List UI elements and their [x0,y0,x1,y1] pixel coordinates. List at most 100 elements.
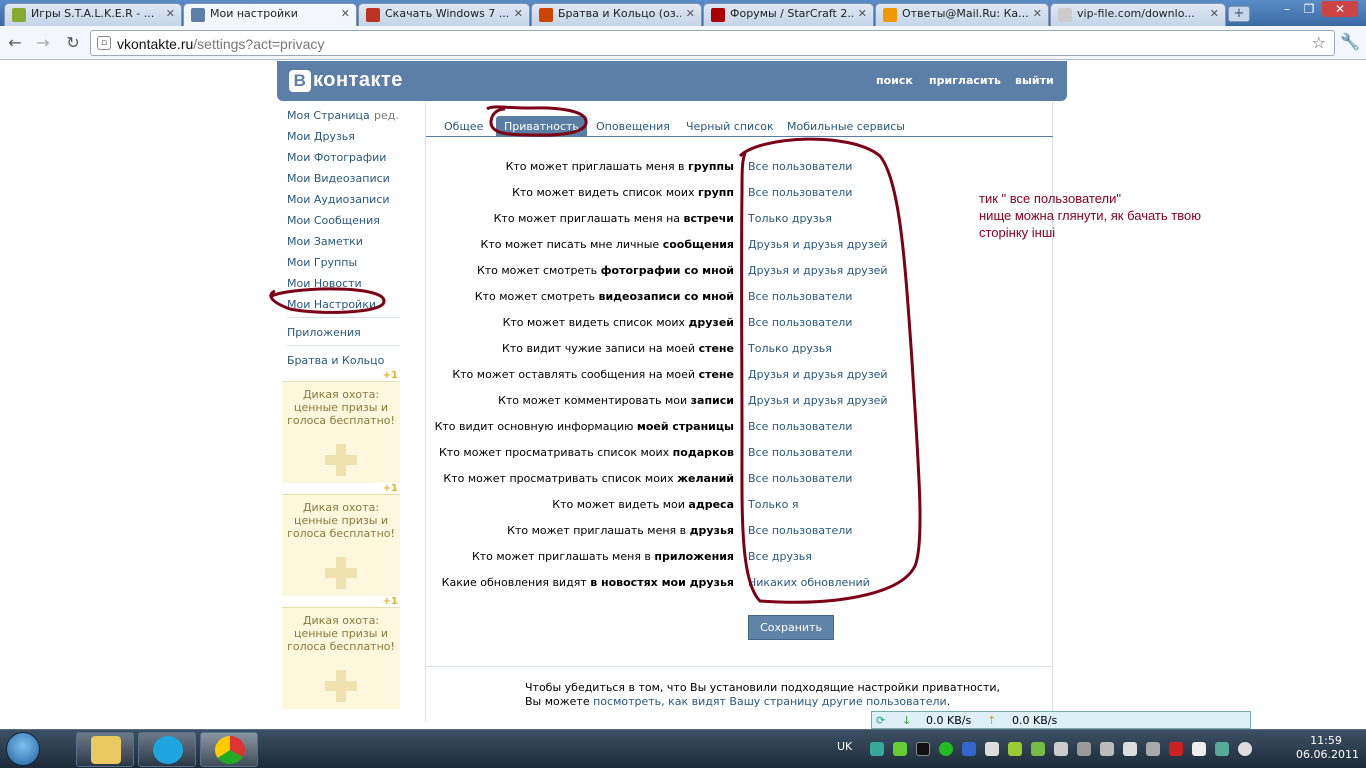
close-tab-icon[interactable]: ✕ [1033,7,1042,20]
tray-app-icon[interactable] [1031,742,1045,756]
taskbar-explorer[interactable] [76,732,134,767]
privacy-row-keyword: фотографии со мной [600,264,734,277]
folder-icon [91,736,121,764]
page-info-icon[interactable]: ▫ [97,36,111,50]
close-window-icon[interactable]: ✕ [1322,1,1358,17]
save-button[interactable]: Сохранить [748,615,834,640]
nav-item[interactable]: Мои Аудиозаписи [287,193,390,206]
tray-app-icon[interactable] [893,742,907,756]
close-tab-icon[interactable]: ✕ [341,7,350,20]
privacy-row-value[interactable]: Все друзья [748,550,812,563]
header-logout-link[interactable]: выйти [1015,74,1054,87]
bookmark-star-icon[interactable]: ☆ [1312,33,1326,52]
browser-tab[interactable]: vip-file.com/downlo... ✕ [1050,3,1226,26]
privacy-row-value[interactable]: Все пользователи [748,290,852,303]
privacy-row-value[interactable]: Никаких обновлений [748,576,870,589]
privacy-row-text: Кто может приглашать меня в [471,550,655,563]
promo-banner[interactable]: +1 Дикая охота: ценные призы и голоса бе… [282,483,400,596]
vk-logo[interactable]: Вконтакте [289,69,403,92]
taskbar-chrome[interactable] [200,732,258,767]
nav-item[interactable]: Мои Сообщения [287,214,380,227]
privacy-row-value[interactable]: Все пользователи [748,420,852,433]
promo-banner[interactable]: +1 Дикая охота: ценные призы и голоса бе… [282,370,400,483]
vk-logo-letter: В [289,70,311,92]
tab-blacklist[interactable]: Черный список [678,116,782,137]
browser-tab[interactable]: Мои настройки ✕ [183,3,357,27]
privacy-row-value[interactable]: Только я [748,498,798,511]
tray-app-icon[interactable] [1146,742,1160,756]
nav-item[interactable]: Мои Группы [287,256,357,269]
tray-app-icon[interactable] [916,742,930,756]
system-clock[interactable]: 11:59 06.06.2011 [1296,734,1359,762]
nav-item-app-bratva[interactable]: Братва и Кольцо [287,354,384,367]
back-icon[interactable]: ← [4,32,26,54]
tray-network-icon[interactable] [870,742,884,756]
network-icon[interactable] [1215,742,1229,756]
close-tab-icon[interactable]: ✕ [686,7,695,20]
privacy-row-value[interactable]: Все пользователи [748,160,852,173]
nav-item[interactable]: Мои Фотографии [287,151,386,164]
privacy-row-value[interactable]: Все пользователи [748,316,852,329]
tray-app-icon[interactable] [1238,742,1252,756]
tab-general[interactable]: Общее [436,116,491,137]
privacy-row-value[interactable]: Друзья и друзья друзей [748,394,888,407]
forward-icon[interactable]: → [32,32,54,54]
privacy-row-value[interactable]: Все пользователи [748,524,852,537]
refresh-icon[interactable]: ⟳ [876,714,885,727]
privacy-row-value[interactable]: Только друзья [748,212,832,225]
nav-item-apps[interactable]: Приложения [287,326,361,339]
browser-tab[interactable]: Форумы / StarCraft 2... ✕ [703,3,874,26]
privacy-row-value[interactable]: Друзья и друзья друзей [748,368,888,381]
language-indicator[interactable]: UK [837,740,852,753]
address-bar[interactable]: ▫ vkontakte.ru/settings?act=privacy ☆ [90,30,1335,56]
reload-icon[interactable]: ↻ [62,32,84,54]
privacy-row-text: Кто может приглашать меня на [493,212,684,225]
maximize-icon[interactable]: ❐ [1298,1,1320,17]
close-tab-icon[interactable]: ✕ [1210,7,1219,20]
privacy-row-value[interactable]: Только друзья [748,342,832,355]
nav-item[interactable]: Мои Новости [287,277,362,290]
tray-app-icon[interactable] [1100,742,1114,756]
nav-item[interactable]: Мои Заметки [287,235,363,248]
view-as-others-link[interactable]: посмотреть, как видят Вашу страницу друг… [593,695,947,708]
display-icon[interactable] [1077,742,1091,756]
nav-item[interactable]: Мои Настройки [287,298,376,311]
browser-tab[interactable]: Игры S.T.A.L.K.E.R - ... ✕ [4,3,182,26]
wrench-menu-icon[interactable]: 🔧 [1340,32,1360,51]
minimize-icon[interactable]: – [1276,1,1298,17]
privacy-row-value[interactable]: Все пользователи [748,186,852,199]
close-tab-icon[interactable]: ✕ [166,7,175,20]
tab-privacy[interactable]: Приватность [496,116,587,137]
taskbar-skype[interactable] [138,732,196,767]
close-tab-icon[interactable]: ✕ [858,7,867,20]
nav-item[interactable]: Мои Друзья [287,130,355,143]
close-tab-icon[interactable]: ✕ [514,7,523,20]
browser-tab[interactable]: Ответы@Mail.Ru: Ка... ✕ [875,3,1049,26]
header-search-link[interactable]: поиск [876,74,913,87]
tab-notifications[interactable]: Оповещения [588,116,678,137]
header-invite-link[interactable]: пригласить [929,74,1001,87]
edit-page-link[interactable]: ред. [374,109,399,122]
tray-app-icon[interactable] [939,742,953,756]
volume-icon[interactable] [1054,742,1068,756]
ati-icon[interactable] [1169,742,1183,756]
browser-tab[interactable]: Скачать Windows 7 ... ✕ [358,3,530,26]
tab-mobile[interactable]: Мобильные сервисы [779,116,913,137]
privacy-row-keyword: приложения [654,550,734,563]
bluetooth-icon[interactable] [962,742,976,756]
nav-item[interactable]: Мои Видеозаписи [287,172,390,185]
privacy-row-value[interactable]: Друзья и друзья друзей [748,264,888,277]
privacy-row-value[interactable]: Все пользователи [748,446,852,459]
privacy-row-value[interactable]: Все пользователи [748,472,852,485]
privacy-row-text: Кто может просматривать список моих [443,472,678,485]
tray-app-icon[interactable] [1123,742,1137,756]
tray-app-icon[interactable] [1008,742,1022,756]
browser-tab[interactable]: Братва и Кольцо (оз... ✕ [531,3,702,26]
new-tab-button[interactable]: + [1228,6,1250,22]
nav-item[interactable]: Моя Страница [287,109,370,122]
action-center-icon[interactable] [985,742,999,756]
promo-banner[interactable]: +1 Дикая охота: ценные призы и голоса бе… [282,596,400,709]
volume-icon[interactable] [1192,742,1206,756]
start-button[interactable] [6,732,40,766]
privacy-row-value[interactable]: Друзья и друзья друзей [748,238,888,251]
